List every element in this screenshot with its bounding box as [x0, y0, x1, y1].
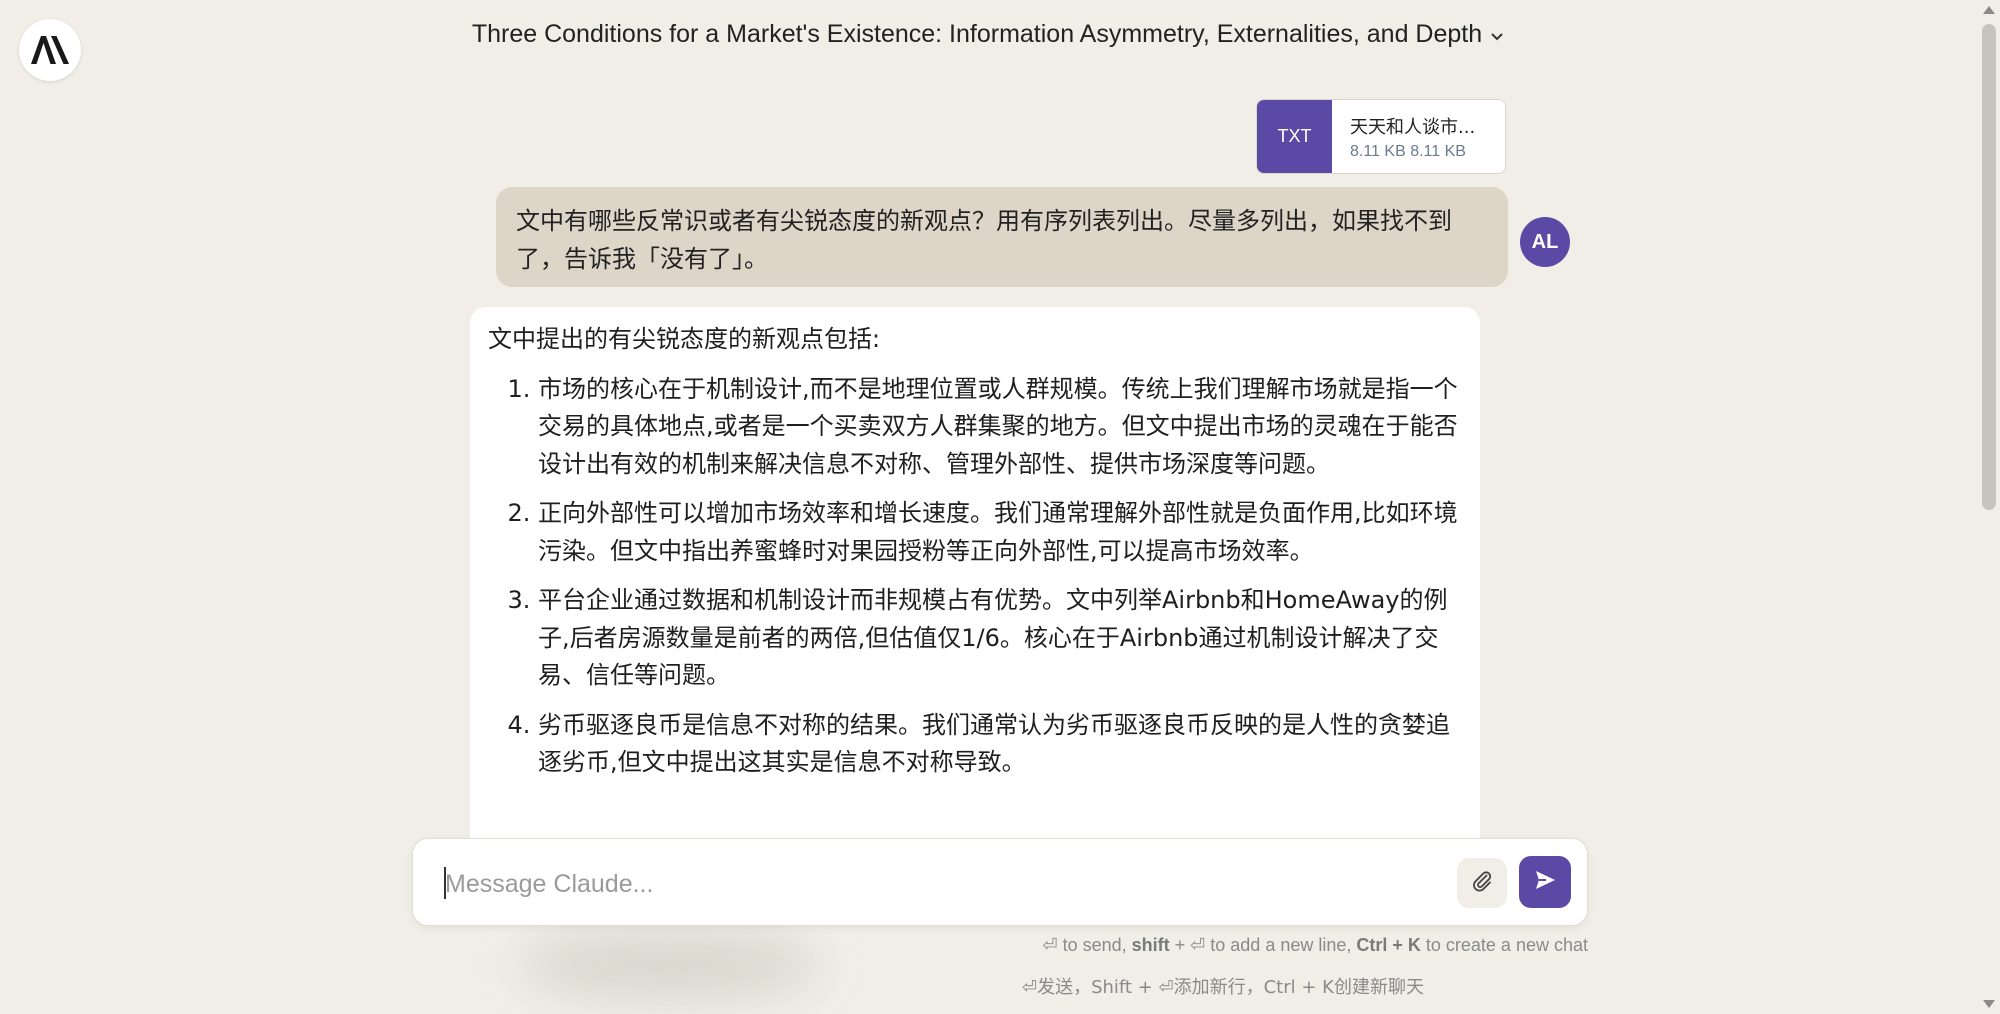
send-button[interactable]	[1519, 856, 1571, 908]
hint-key-shift: shift	[1131, 935, 1170, 955]
assistant-list: 市场的核心在于机制设计,而不是地理位置或人群规模。传统上我们理解市场就是指一个交…	[488, 371, 1462, 782]
conversation-title-button[interactable]: Three Conditions for a Market's Existenc…	[472, 20, 1504, 49]
user-message: 文中有哪些反常识或者有尖锐态度的新观点？用有序列表列出。尽量多列出，如果找不到了…	[496, 187, 1508, 287]
assistant-message: 文中提出的有尖锐态度的新观点包括: 市场的核心在于机制设计,而不是地理位置或人群…	[470, 307, 1480, 867]
scrollbar-thumb[interactable]	[1982, 24, 1996, 510]
scroll-down-arrow[interactable]	[1983, 1000, 1995, 1008]
message-input[interactable]	[443, 861, 1447, 907]
paperclip-icon	[1470, 869, 1494, 897]
list-item: 市场的核心在于机制设计,而不是地理位置或人群规模。传统上我们理解市场就是指一个交…	[538, 371, 1462, 484]
conversation-title: Three Conditions for a Market's Existenc…	[471, 20, 1483, 48]
scroll-up-arrow[interactable]	[1983, 6, 1995, 14]
file-name: 天天和人谈市...	[1350, 117, 1476, 138]
chat-page: Three Conditions for a Market's Existenc…	[0, 0, 2000, 1014]
hint-text: + ⏎ to add a new line,	[1169, 935, 1357, 955]
list-item: 正向外部性可以增加市场效率和增长速度。我们通常理解外部性就是负面作用,比如环境污…	[538, 495, 1462, 570]
file-info: 天天和人谈市... 8.11 KB 8.11 KB	[1332, 100, 1475, 173]
header: Three Conditions for a Market's Existenc…	[0, 20, 1976, 49]
avatar[interactable]: AL	[1520, 217, 1570, 267]
list-item: 劣币驱逐良币是信息不对称的结果。我们通常认为劣币驱逐良币反映的是人性的贪婪追逐劣…	[538, 707, 1462, 782]
hint-text: to create a new chat	[1420, 935, 1588, 955]
user-message-text: 文中有哪些反常识或者有尖锐态度的新观点？用有序列表列出。尽量多列出，如果找不到了…	[516, 207, 1452, 273]
keyboard-hint-chinese: ⏎发送，Shift + ⏎添加新行，Ctrl + K创建新聊天	[1022, 977, 1424, 998]
assistant-intro: 文中提出的有尖锐态度的新观点包括:	[488, 325, 881, 353]
fade-overlay	[520, 930, 820, 1000]
chevron-down-icon	[1490, 20, 1504, 49]
keyboard-hint-english: ⏎ to send, shift + ⏎ to add a new line, …	[1043, 935, 1588, 956]
hint-text: ⏎ to send,	[1042, 935, 1132, 955]
file-attachment[interactable]: TXT 天天和人谈市... 8.11 KB 8.11 KB	[1256, 99, 1506, 174]
file-size: 8.11 KB 8.11 KB	[1350, 143, 1466, 160]
attach-file-button[interactable]	[1457, 858, 1507, 908]
message-composer	[412, 838, 1588, 926]
send-icon	[1533, 868, 1557, 896]
hint-key-ctrl-k: Ctrl + K	[1356, 935, 1421, 955]
list-item: 平台企业通过数据和机制设计而非规模占有优势。文中列举Airbnb和HomeAwa…	[538, 582, 1462, 695]
file-type-badge: TXT	[1257, 100, 1332, 173]
